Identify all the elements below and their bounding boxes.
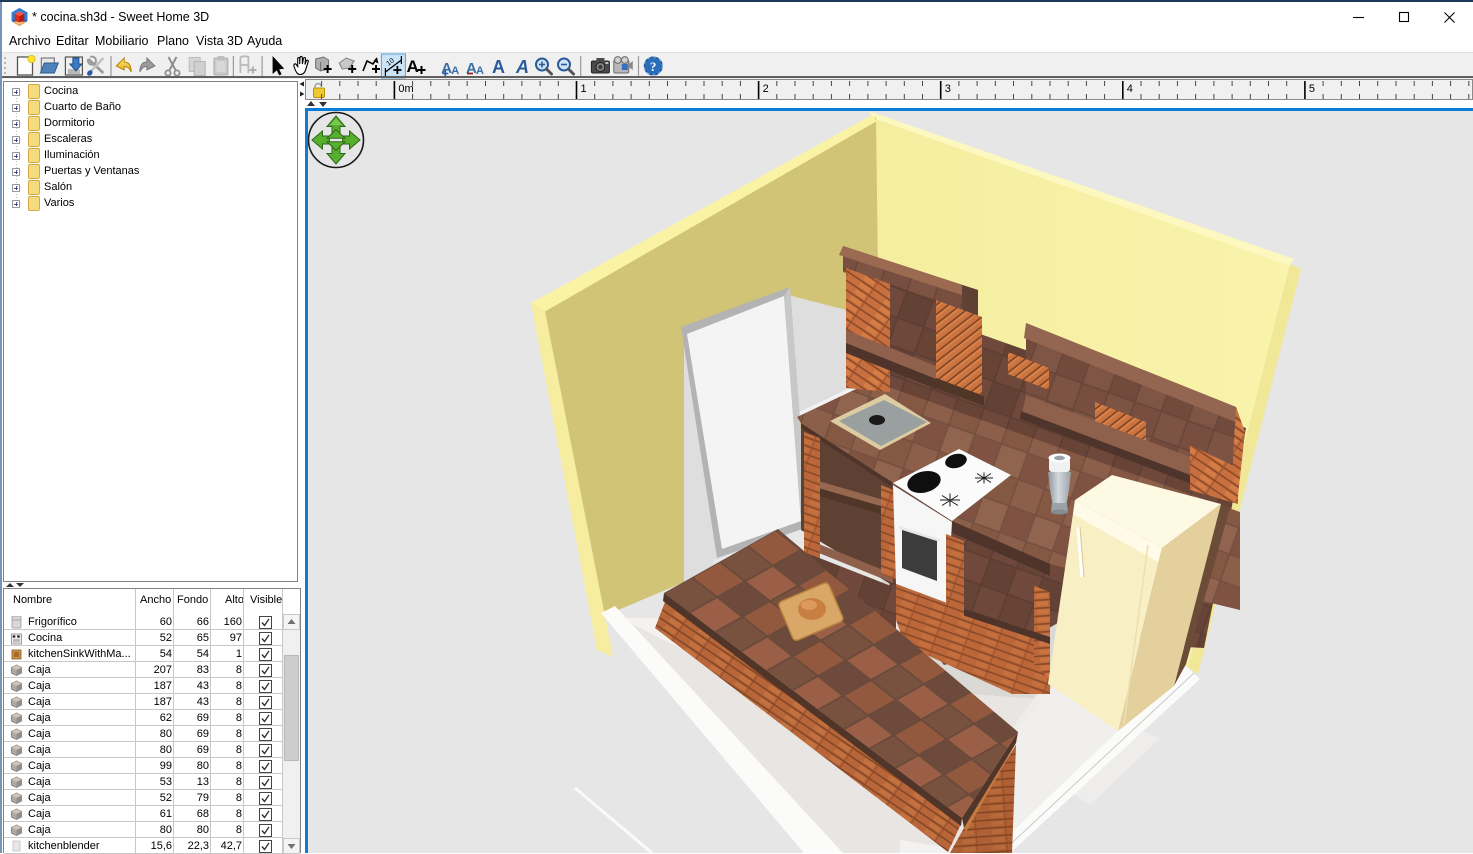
svg-text:5: 5 bbox=[1309, 83, 1315, 95]
svg-text:0m: 0m bbox=[398, 83, 413, 95]
svg-text:1: 1 bbox=[581, 83, 587, 95]
svg-text:A: A bbox=[515, 57, 529, 77]
svg-text:A: A bbox=[407, 57, 419, 76]
svg-text:4: 4 bbox=[1127, 83, 1133, 95]
svg-text:3: 3 bbox=[945, 83, 951, 95]
svg-text:?: ? bbox=[650, 59, 657, 74]
svg-text:A: A bbox=[492, 57, 505, 77]
svg-text:2: 2 bbox=[763, 83, 769, 95]
